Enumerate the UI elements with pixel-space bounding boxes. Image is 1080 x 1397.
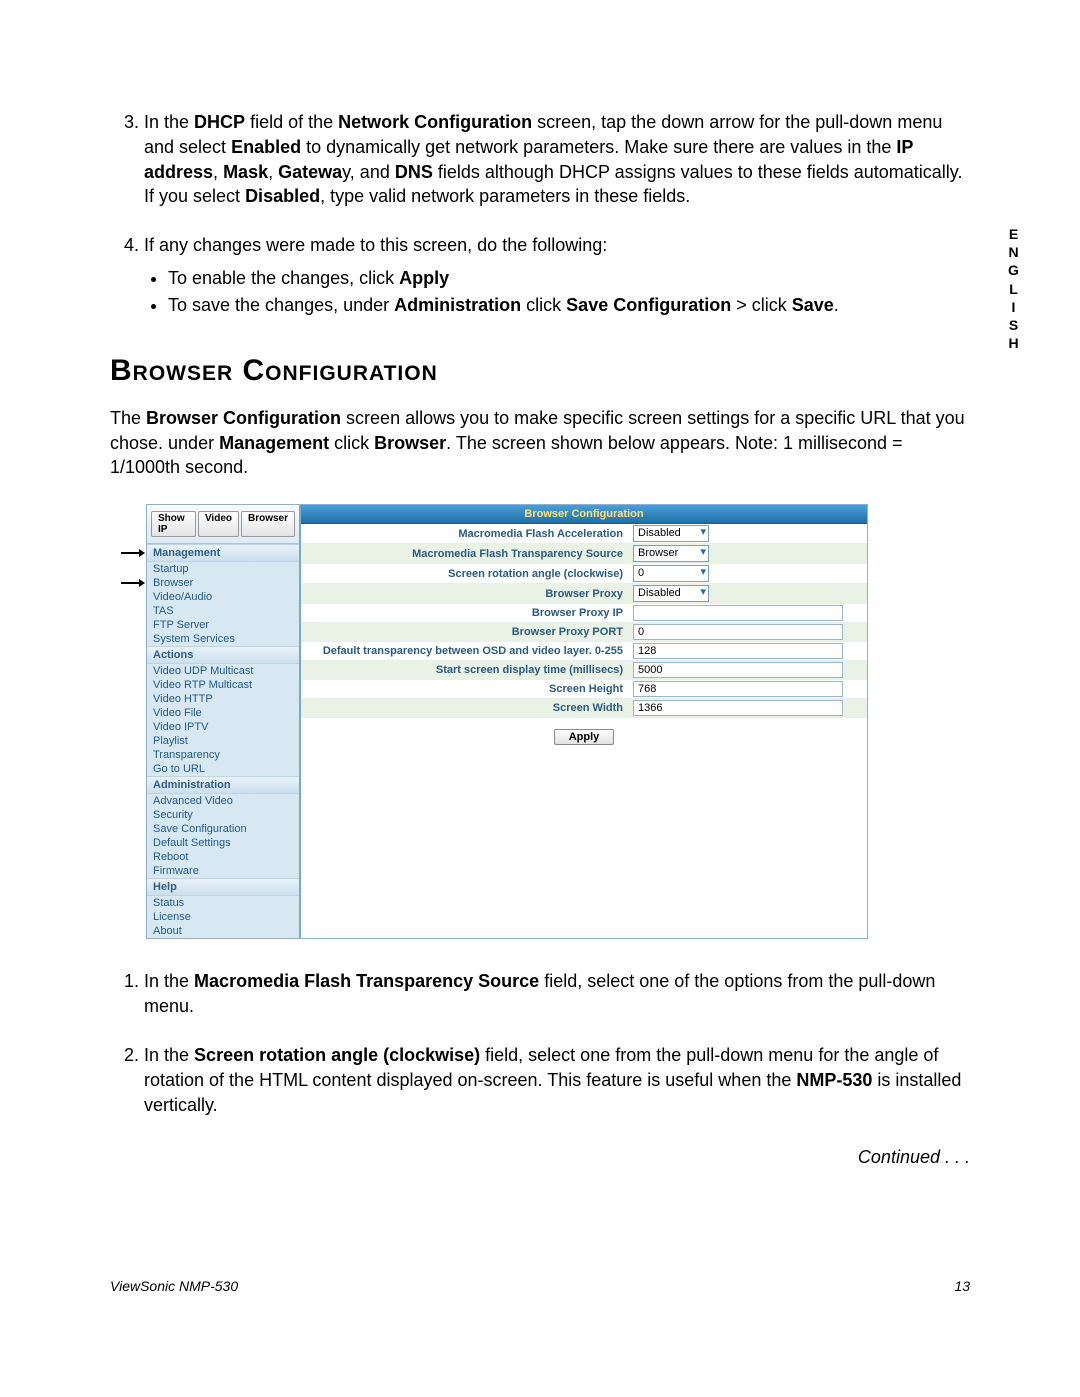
form-row: Default transparency between OSD and vid…: [301, 642, 867, 661]
form-row: Browser Proxy PORT: [301, 623, 867, 642]
instruction-list-top: In the DHCP field of the Network Configu…: [110, 110, 970, 318]
page-number: 13: [954, 1278, 970, 1294]
sidebar-item-firmware[interactable]: Firmware: [147, 864, 299, 878]
sidebar-item-go-to-url[interactable]: Go to URL: [147, 762, 299, 776]
intro-paragraph: The Browser Configuration screen allows …: [110, 406, 970, 480]
arrow-icon: [121, 578, 145, 588]
sidebar-item-system-services[interactable]: System Services: [147, 632, 299, 646]
form-label: Browser Proxy PORT: [301, 624, 629, 640]
sidebar-item-startup[interactable]: Startup: [147, 562, 299, 576]
step-3: In the DHCP field of the Network Configu…: [144, 110, 970, 209]
sidebar-item-video-file[interactable]: Video File: [147, 706, 299, 720]
tab-video[interactable]: Video: [198, 511, 239, 537]
input-start-screen-display-time-millisecs-[interactable]: [633, 662, 843, 678]
sidebar-item-save-configuration[interactable]: Save Configuration: [147, 822, 299, 836]
language-tab: E N G L I S H: [1008, 225, 1020, 352]
sidebar-item-license[interactable]: License: [147, 910, 299, 924]
select-macromedia-flash-transparency-source[interactable]: Browser: [633, 545, 709, 562]
sidebar-item-about[interactable]: About: [147, 924, 299, 938]
arrow-icon: [121, 548, 145, 558]
sidebar-item-status[interactable]: Status: [147, 896, 299, 910]
input-browser-proxy-ip[interactable]: [633, 605, 843, 621]
sidebar-item-security[interactable]: Security: [147, 808, 299, 822]
footer-model: ViewSonic NMP-530: [110, 1278, 238, 1294]
form-label: Screen rotation angle (clockwise): [301, 566, 629, 582]
form-label: Screen Width: [301, 700, 629, 716]
step-4-bullet-2: To save the changes, under Administratio…: [168, 293, 970, 318]
step-4-bullet-1: To enable the changes, click Apply: [168, 266, 970, 291]
sidebar-item-video-rtp-multicast[interactable]: Video RTP Multicast: [147, 678, 299, 692]
form-row: Macromedia Flash Transparency SourceBrow…: [301, 544, 867, 564]
sidebar-item-video-iptv[interactable]: Video IPTV: [147, 720, 299, 734]
form-row: Browser ProxyDisabled: [301, 584, 867, 604]
select-screen-rotation-angle-clockwise-[interactable]: 0: [633, 565, 709, 582]
form-label: Start screen display time (millisecs): [301, 662, 629, 678]
sidebar-item-video-http[interactable]: Video HTTP: [147, 692, 299, 706]
input-screen-width[interactable]: [633, 700, 843, 716]
form-row: Macromedia Flash AccelerationDisabled: [301, 524, 867, 544]
tab-show-ip[interactable]: Show IP: [151, 511, 196, 537]
sidebar-group-actions: Actions: [147, 646, 299, 664]
sidebar-item-playlist[interactable]: Playlist: [147, 734, 299, 748]
sidebar-group-help: Help: [147, 878, 299, 896]
form-row: Screen rotation angle (clockwise)0: [301, 564, 867, 584]
sidebar-item-default-settings[interactable]: Default Settings: [147, 836, 299, 850]
form-label: Browser Proxy IP: [301, 605, 629, 621]
input-browser-proxy-port[interactable]: [633, 624, 843, 640]
form-row: Screen Height: [301, 680, 867, 699]
form-label: Default transparency between OSD and vid…: [301, 643, 629, 659]
sidebar-group-management: Management: [147, 544, 299, 562]
input-screen-height[interactable]: [633, 681, 843, 697]
form-label: Macromedia Flash Transparency Source: [301, 546, 629, 562]
form-label: Screen Height: [301, 681, 629, 697]
sidebar-group-administration: Administration: [147, 776, 299, 794]
select-macromedia-flash-acceleration[interactable]: Disabled: [633, 525, 709, 542]
section-heading: Browser Configuration: [110, 354, 970, 388]
form-row: Screen Width: [301, 699, 867, 718]
form-label: Browser Proxy: [301, 586, 629, 602]
step-b2: In the Screen rotation angle (clockwise)…: [144, 1043, 970, 1117]
select-browser-proxy[interactable]: Disabled: [633, 585, 709, 602]
sidebar-item-ftp-server[interactable]: FTP Server: [147, 618, 299, 632]
continued-text: Continued . . .: [110, 1147, 970, 1168]
form-label: Macromedia Flash Acceleration: [301, 526, 629, 542]
apply-button[interactable]: Apply: [554, 729, 615, 745]
instruction-list-bottom: In the Macromedia Flash Transparency Sou…: [110, 969, 970, 1117]
step-b1: In the Macromedia Flash Transparency Sou…: [144, 969, 970, 1019]
sidebar-item-transparency[interactable]: Transparency: [147, 748, 299, 762]
step-4: If any changes were made to this screen,…: [144, 233, 970, 317]
input-default-transparency-between-osd-and-video-layer-0-255[interactable]: [633, 643, 843, 659]
sidebar-item-video-audio[interactable]: Video/Audio: [147, 590, 299, 604]
browser-config-screenshot: Show IP Video Browser ManagementStartupB…: [146, 504, 868, 939]
sidebar-item-video-udp-multicast[interactable]: Video UDP Multicast: [147, 664, 299, 678]
sidebar-item-reboot[interactable]: Reboot: [147, 850, 299, 864]
sidebar-item-tas[interactable]: TAS: [147, 604, 299, 618]
sidebar-item-advanced-video[interactable]: Advanced Video: [147, 794, 299, 808]
form-row: Start screen display time (millisecs): [301, 661, 867, 680]
panel-title: Browser Configuration: [301, 505, 867, 524]
sidebar: Show IP Video Browser ManagementStartupB…: [147, 505, 301, 938]
form-row: Browser Proxy IP: [301, 604, 867, 623]
tab-browser[interactable]: Browser: [241, 511, 295, 537]
sidebar-item-browser[interactable]: Browser: [147, 576, 299, 590]
